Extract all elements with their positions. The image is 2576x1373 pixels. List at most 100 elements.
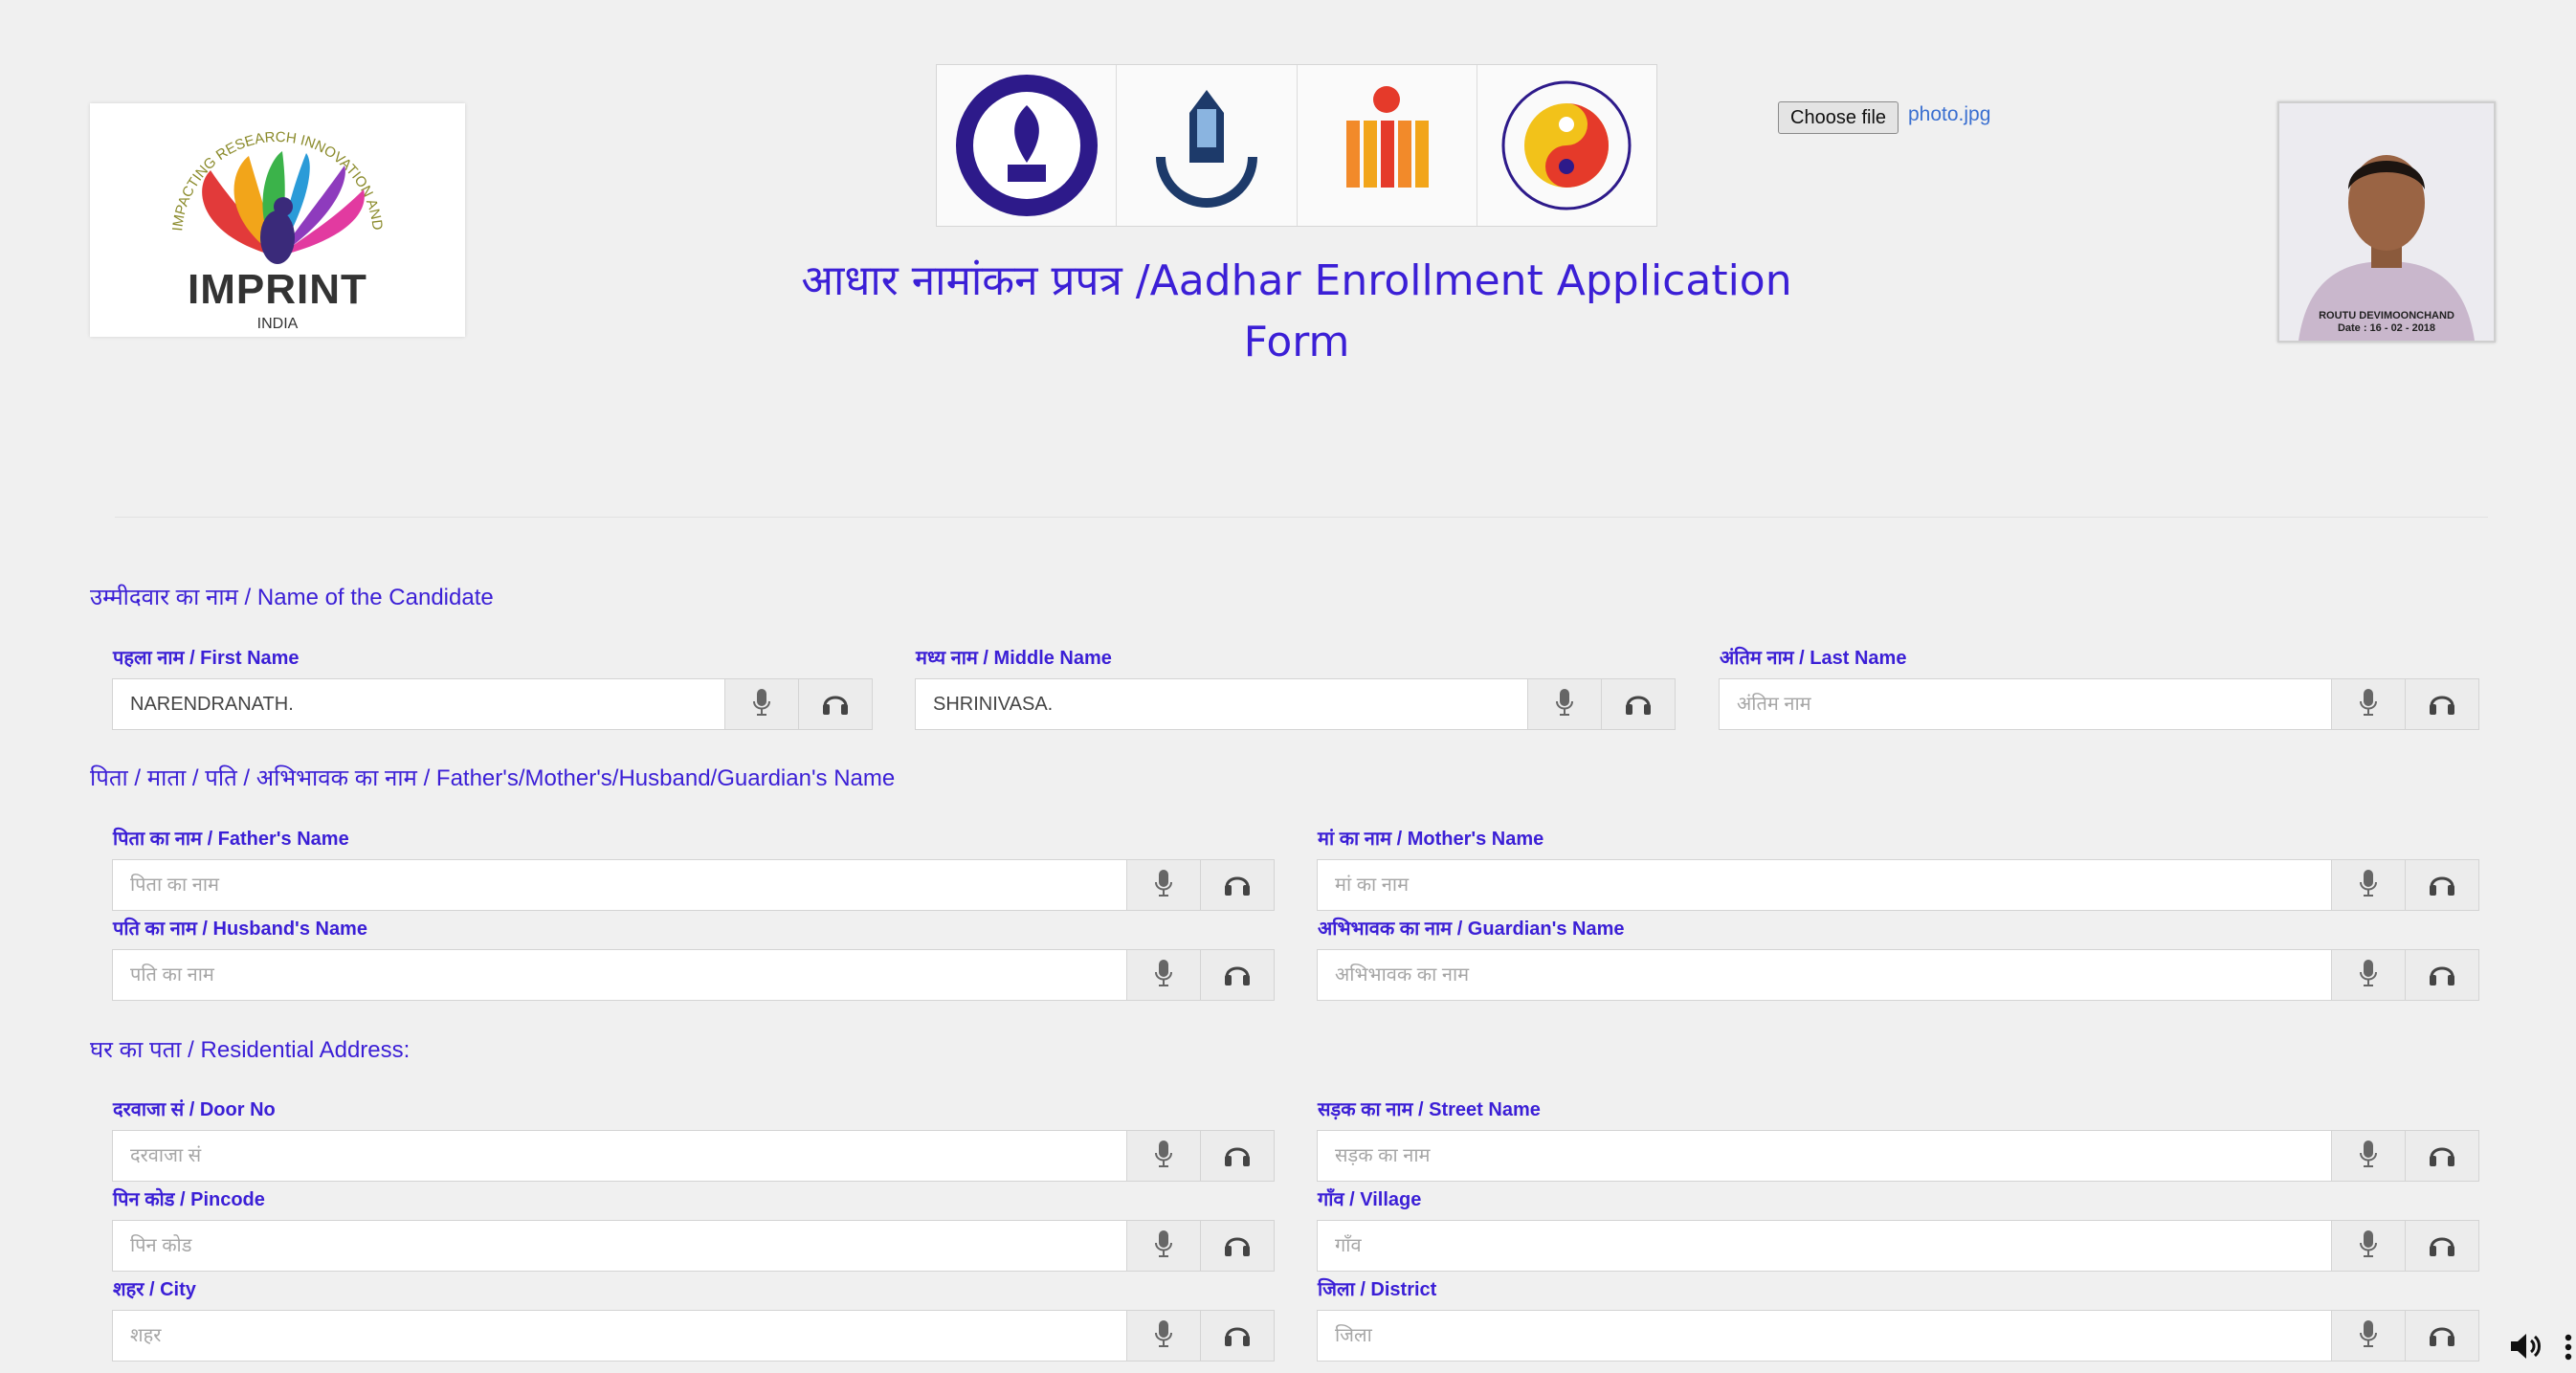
label-husband-name: पति का नाम / Husband's Name [113, 919, 367, 940]
label-first-name: पहला नाम / First Name [113, 648, 300, 669]
husband-name-mic-button[interactable] [1126, 950, 1200, 1000]
pincode-listen-button[interactable] [1200, 1221, 1274, 1271]
headphones-icon [2428, 960, 2456, 990]
husband-name-listen-button[interactable] [1200, 950, 1274, 1000]
page-title: आधार नामांकन प्रपत्र /Aadhar Enrollment … [785, 251, 1809, 373]
photo-caption: ROUTU DEVIMOONCHAND Date : 16 - 02 - 201… [2279, 310, 2494, 335]
microphone-icon [2359, 1319, 2378, 1352]
first-name-group [112, 678, 873, 730]
label-mother-name: मां का नाम / Mother's Name [1318, 829, 1544, 850]
village-listen-button[interactable] [2405, 1221, 2478, 1271]
last-name-mic-button[interactable] [2331, 679, 2405, 729]
middle-name-input[interactable] [916, 679, 1527, 729]
city-mic-button[interactable] [1126, 1311, 1200, 1361]
headphones-icon [1223, 1230, 1252, 1261]
iit-bhubaneswar-logo [1117, 65, 1298, 226]
headphones-icon [2428, 1140, 2456, 1171]
district-group [1317, 1310, 2479, 1362]
imprint-india-logo: IMPACTING RESEARCH INNOVATION AND TECHNO… [84, 91, 465, 337]
label-district: जिला / District [1318, 1279, 1437, 1300]
father-name-listen-button[interactable] [1200, 860, 1274, 910]
guardian-name-mic-button[interactable] [2331, 950, 2405, 1000]
institute-logos [936, 64, 1657, 227]
first-name-input[interactable] [113, 679, 724, 729]
headphones-icon [2428, 1230, 2456, 1261]
village-group [1317, 1220, 2479, 1272]
door-no-listen-button[interactable] [1200, 1131, 1274, 1181]
headphones-icon [1223, 960, 1252, 990]
microphone-icon [2359, 688, 2378, 720]
label-door-no: दरवाजा सं / Door No [113, 1099, 276, 1120]
headphones-icon [2428, 870, 2456, 900]
mother-name-listen-button[interactable] [2405, 860, 2478, 910]
pincode-group [112, 1220, 1275, 1272]
last-name-listen-button[interactable] [2405, 679, 2478, 729]
door-no-input[interactable] [113, 1131, 1126, 1181]
father-name-mic-button[interactable] [1126, 860, 1200, 910]
village-mic-button[interactable] [2331, 1221, 2405, 1271]
iit-hyderabad-logo [1298, 65, 1477, 226]
city-group [112, 1310, 1275, 1362]
father-name-group [112, 859, 1275, 911]
door-no-mic-button[interactable] [1126, 1131, 1200, 1181]
imprint-logo-sub: INDIA [256, 316, 299, 332]
label-city: शहर / City [113, 1279, 196, 1300]
microphone-icon [2359, 869, 2378, 901]
mother-name-mic-button[interactable] [2331, 860, 2405, 910]
headphones-icon [1223, 870, 1252, 900]
last-name-input[interactable] [1720, 679, 2331, 729]
kebab-menu-icon[interactable] [2565, 1334, 2572, 1364]
iit-gandhinagar-logo [1477, 65, 1656, 226]
guardian-name-input[interactable] [1318, 950, 2331, 1000]
label-last-name: अंतिम नाम / Last Name [1720, 648, 1907, 669]
middle-name-listen-button[interactable] [1601, 679, 1675, 729]
pincode-mic-button[interactable] [1126, 1221, 1200, 1271]
label-pincode: पिन कोड / Pincode [113, 1189, 265, 1210]
microphone-icon [1154, 1229, 1173, 1262]
microphone-icon [1154, 869, 1173, 901]
mother-name-input[interactable] [1318, 860, 2331, 910]
headphones-icon [2428, 1320, 2456, 1351]
district-input[interactable] [1318, 1311, 2331, 1361]
speaker-icon[interactable] [2509, 1332, 2542, 1364]
label-street-name: सड़क का नाम / Street Name [1318, 1099, 1541, 1120]
page-title-line1: आधार नामांकन प्रपत्र /Aadhar Enrollment … [801, 256, 1792, 305]
headphones-icon [821, 689, 850, 720]
microphone-icon [1154, 1140, 1173, 1172]
selected-file-name: photo.jpg [1908, 103, 1991, 125]
section-parents-name: पिता / माता / पति / अभिभावक का नाम / Fat… [90, 765, 896, 791]
husband-name-group [112, 949, 1275, 1001]
microphone-icon [752, 688, 771, 720]
street-name-group [1317, 1130, 2479, 1182]
microphone-icon [1555, 688, 1574, 720]
street-name-input[interactable] [1318, 1131, 2331, 1181]
city-input[interactable] [113, 1311, 1126, 1361]
husband-name-input[interactable] [113, 950, 1126, 1000]
label-father-name: पिता का नाम / Father's Name [113, 829, 349, 850]
door-no-group [112, 1130, 1275, 1182]
photo-caption-date: Date : 16 - 02 - 2018 [2337, 322, 2436, 334]
street-name-listen-button[interactable] [2405, 1131, 2478, 1181]
pincode-input[interactable] [113, 1221, 1126, 1271]
photo-caption-name: ROUTU DEVIMOONCHAND [2319, 310, 2454, 321]
first-name-listen-button[interactable] [798, 679, 872, 729]
headphones-icon [2428, 689, 2456, 720]
last-name-group [1719, 678, 2479, 730]
middle-name-mic-button[interactable] [1527, 679, 1601, 729]
village-input[interactable] [1318, 1221, 2331, 1271]
father-name-input[interactable] [113, 860, 1126, 910]
district-listen-button[interactable] [2405, 1311, 2478, 1361]
section-candidate-name: उम्मीदवार का नाम / Name of the Candidate [90, 585, 494, 610]
choose-file-button[interactable]: Choose file [1778, 101, 1899, 134]
label-middle-name: मध्य नाम / Middle Name [916, 648, 1112, 669]
imprint-logo-text: IMPRINT [188, 266, 367, 313]
city-listen-button[interactable] [1200, 1311, 1274, 1361]
microphone-icon [1154, 1319, 1173, 1352]
iit-kharagpur-logo [937, 65, 1118, 226]
first-name-mic-button[interactable] [724, 679, 798, 729]
middle-name-group [915, 678, 1676, 730]
street-name-mic-button[interactable] [2331, 1131, 2405, 1181]
district-mic-button[interactable] [2331, 1311, 2405, 1361]
label-village: गाँव / Village [1318, 1189, 1422, 1210]
guardian-name-listen-button[interactable] [2405, 950, 2478, 1000]
